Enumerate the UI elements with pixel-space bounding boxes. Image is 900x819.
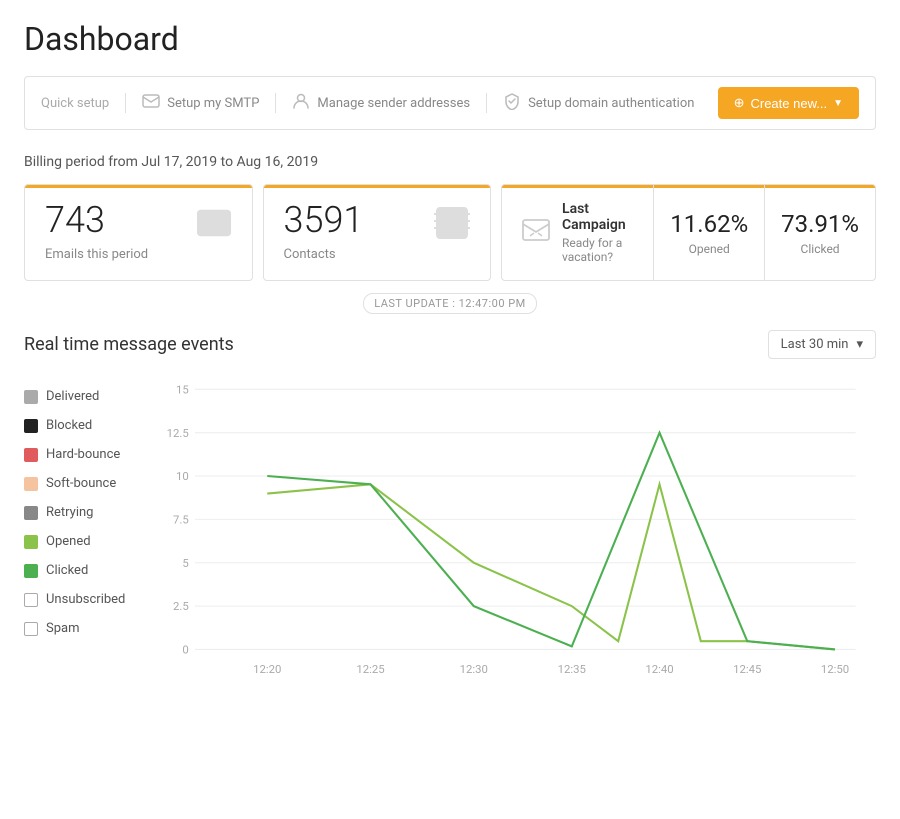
clicked-metric: 73.91% Clicked [765,185,875,280]
hard-bounce-label: Hard-bounce [46,447,120,462]
quick-setup-item[interactable]: Quick setup [41,96,125,111]
smtp-item[interactable]: Setup my SMTP [126,94,275,112]
legend-blocked: Blocked [24,418,154,433]
hard-bounce-swatch [24,448,38,462]
campaign-info: Last Campaign Ready for a vacation? [502,185,654,280]
opened-metric: 11.62% Opened [654,185,765,280]
contacts-number: 3591 [284,201,364,241]
blocked-swatch [24,419,38,433]
stats-row: 743 Emails this period 3591 Contacts [24,184,876,281]
legend-spam: Spam [24,621,154,636]
last-update-badge: LAST UPDATE : 12:47:00 PM [363,293,537,314]
svg-text:5: 5 [182,556,188,570]
create-label: Create new... [750,96,827,111]
legend-delivered: Delivered [24,389,154,404]
svg-text:12:35: 12:35 [558,662,586,676]
svg-text:12:45: 12:45 [733,662,761,676]
page-title: Dashboard [24,20,876,58]
svg-text:12:30: 12:30 [460,662,488,676]
chart-svg: 15 12.5 10 7.5 5 2.5 0 12:20 12:25 12:30… [154,379,876,699]
legend-hard-bounce: Hard-bounce [24,447,154,462]
chart-container: Delivered Blocked Hard-bounce Soft-bounc… [24,379,876,703]
svg-text:12:25: 12:25 [356,662,384,676]
smtp-icon [142,94,160,112]
chart-legend: Delivered Blocked Hard-bounce Soft-bounc… [24,379,154,703]
legend-retrying: Retrying [24,505,154,520]
clicked-line [267,433,835,650]
emails-number: 743 [45,201,148,241]
svg-text:12.5: 12.5 [167,426,189,440]
opened-label: Opened [689,242,730,256]
campaign-subtitle: Ready for a vacation? [562,236,633,264]
domain-icon [503,92,521,114]
spam-label: Spam [46,621,80,636]
legend-unsubscribed: Unsubscribed [24,592,154,607]
domain-label: Setup domain authentication [528,96,694,111]
opened-legend-label: Opened [46,534,91,549]
create-new-button[interactable]: ⊕ Create new... ▼ [718,87,859,119]
clicked-legend-label: Clicked [46,563,88,578]
campaign-title: Last Campaign [562,201,633,233]
svg-text:0: 0 [182,643,188,657]
contacts-icon [434,205,470,248]
spam-swatch [24,622,38,636]
chevron-down-icon: ▾ [856,337,863,352]
svg-text:12:50: 12:50 [821,662,849,676]
contacts-card: 3591 Contacts [263,184,492,281]
last-update: LAST UPDATE : 12:47:00 PM [24,293,876,314]
legend-opened: Opened [24,534,154,549]
sender-item[interactable]: Manage sender addresses [276,92,486,114]
time-filter-label: Last 30 min [781,337,849,352]
svg-text:7.5: 7.5 [173,513,189,527]
emails-text: 743 Emails this period [45,201,148,262]
realtime-title: Real time message events [24,334,234,355]
svg-text:2.5: 2.5 [173,599,189,613]
create-arrow-icon: ▼ [833,98,843,109]
emails-card: 743 Emails this period [24,184,253,281]
svg-text:15: 15 [176,382,189,396]
emails-label: Emails this period [45,247,148,262]
blocked-label: Blocked [46,418,92,433]
campaign-card: Last Campaign Ready for a vacation? 11.6… [501,184,876,281]
svg-text:10: 10 [176,469,189,483]
delivered-swatch [24,390,38,404]
time-filter-dropdown[interactable]: Last 30 min ▾ [768,330,876,359]
quick-setup-label: Quick setup [41,96,109,111]
opened-swatch [24,535,38,549]
opened-line [267,484,835,649]
realtime-header: Real time message events Last 30 min ▾ [24,330,876,359]
chart-area: 15 12.5 10 7.5 5 2.5 0 12:20 12:25 12:30… [154,379,876,703]
delivered-label: Delivered [46,389,99,404]
contacts-text: 3591 Contacts [284,201,364,262]
sender-icon [292,92,310,114]
billing-period: Billing period from Jul 17, 2019 to Aug … [24,154,876,170]
unsubscribed-swatch [24,593,38,607]
soft-bounce-swatch [24,477,38,491]
retrying-label: Retrying [46,505,93,520]
soft-bounce-label: Soft-bounce [46,476,116,491]
legend-soft-bounce: Soft-bounce [24,476,154,491]
page-container: Dashboard Quick setup Setup my SMTP Mana… [0,0,900,723]
clicked-swatch [24,564,38,578]
smtp-label: Setup my SMTP [167,96,259,111]
clicked-label: Clicked [801,242,840,256]
campaign-details: Last Campaign Ready for a vacation? [562,201,633,264]
contacts-label: Contacts [284,247,364,262]
clicked-value: 73.91% [781,210,859,238]
setup-bar: Quick setup Setup my SMTP Manage sender … [24,76,876,130]
email-icon [196,205,232,248]
unsubscribed-label: Unsubscribed [46,592,125,607]
campaign-icon [522,218,550,248]
create-plus-icon: ⊕ [734,95,745,111]
opened-value: 11.62% [670,210,748,238]
retrying-swatch [24,506,38,520]
legend-clicked: Clicked [24,563,154,578]
svg-text:12:40: 12:40 [645,662,673,676]
domain-item[interactable]: Setup domain authentication [487,92,710,114]
sender-label: Manage sender addresses [317,96,470,111]
svg-text:12:20: 12:20 [253,662,281,676]
